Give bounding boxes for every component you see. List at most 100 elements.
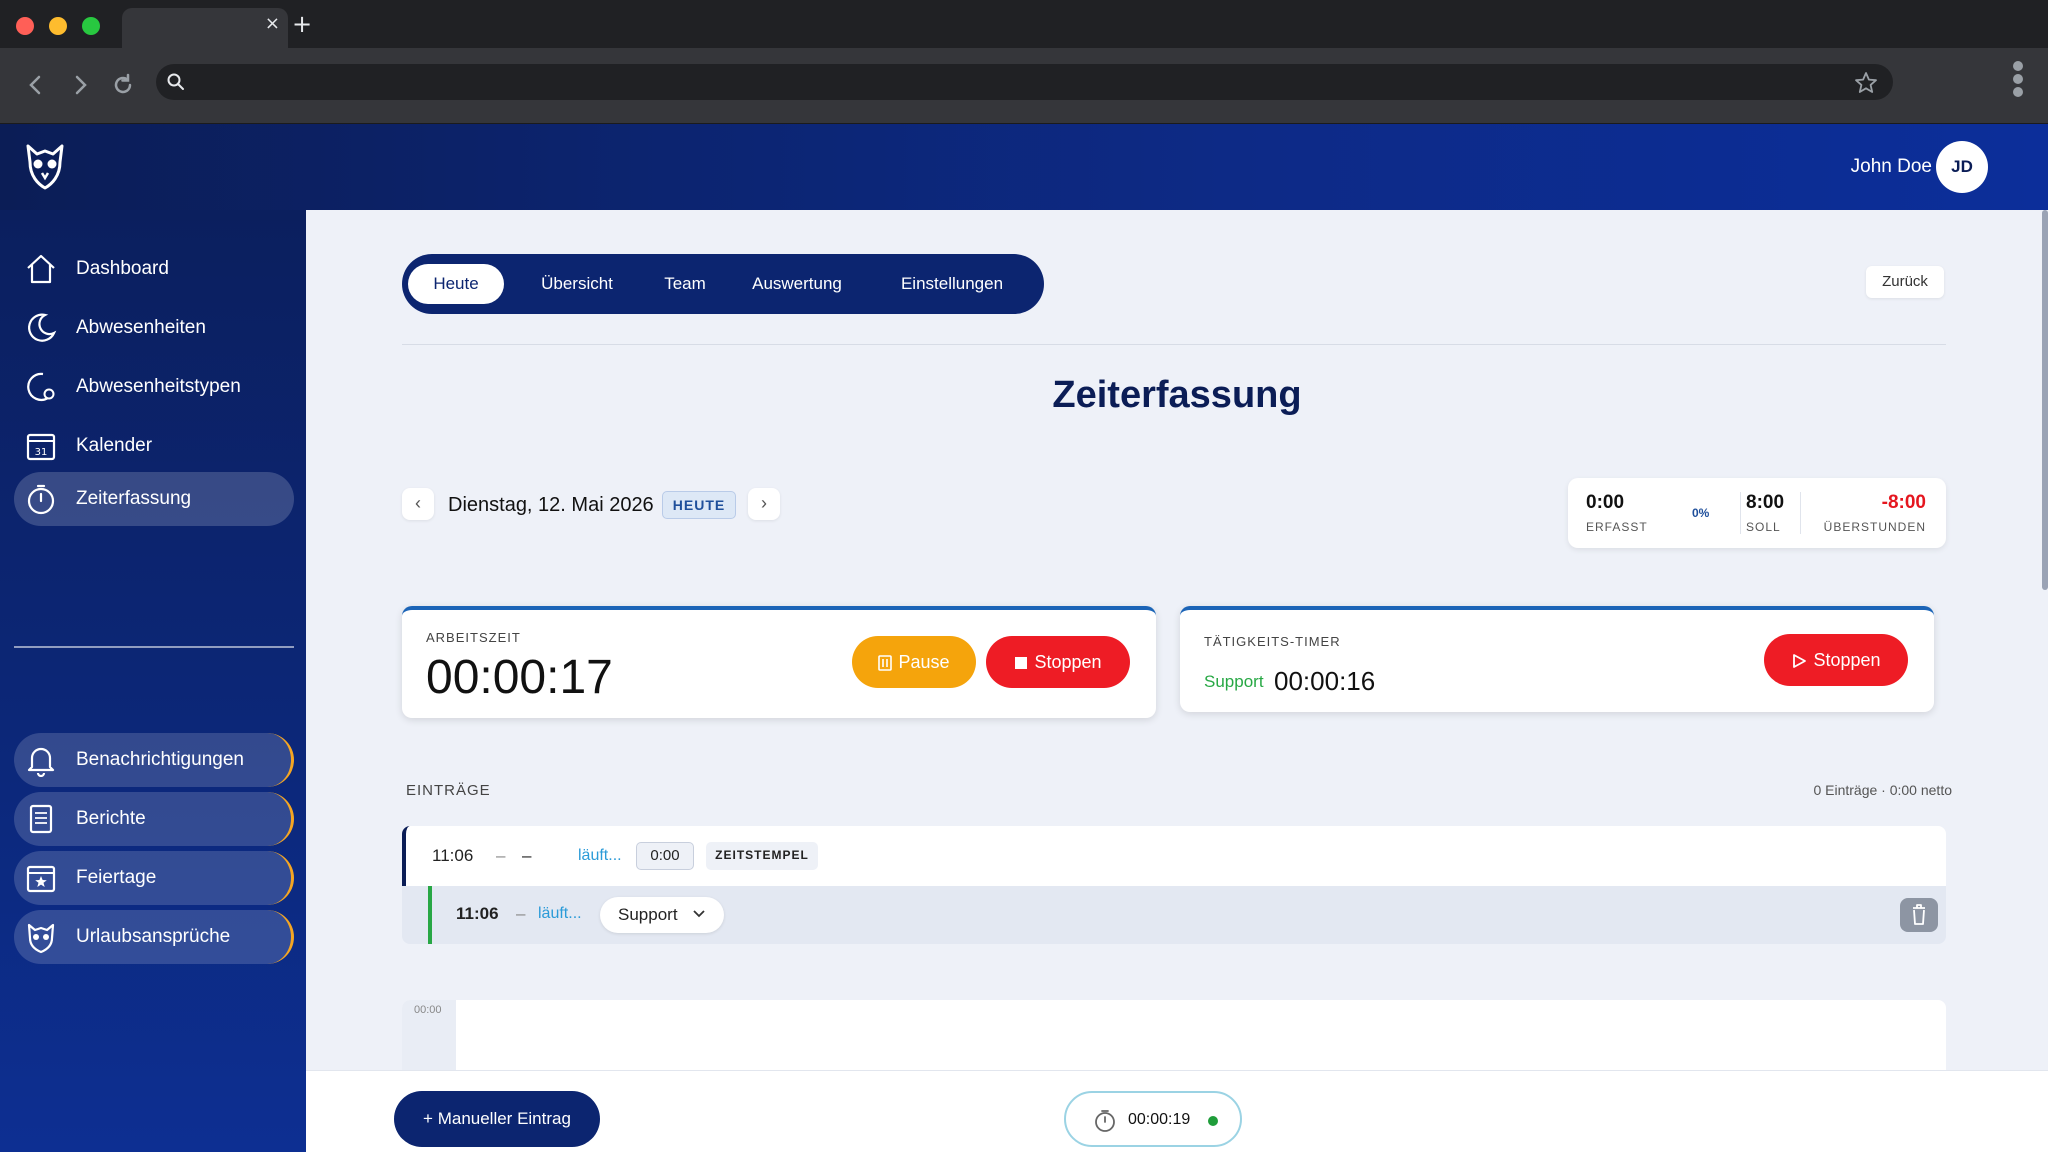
- activity-indicator: [428, 886, 432, 944]
- search-icon: [167, 73, 184, 90]
- window-maximize-button[interactable]: [82, 17, 100, 35]
- stats-divider: [1800, 492, 1801, 534]
- stopwatch-icon: [1095, 1110, 1115, 1132]
- sidebar-item-abwesenheiten[interactable]: Abwesenheiten: [14, 301, 294, 355]
- avatar[interactable]: JD: [1936, 141, 1988, 193]
- entries-heading: EINTRÄGE: [406, 782, 491, 799]
- subentry-start: 11:06: [456, 904, 499, 923]
- table-row[interactable]: 11:06 – – läuft... 0:00 ZEITSTEMPEL: [402, 826, 1946, 886]
- sidebar-item-benachrichtigungen[interactable]: Benachrichtigungen: [14, 733, 294, 787]
- previous-day-button[interactable]: ‹: [402, 488, 434, 520]
- tab-team[interactable]: Team: [648, 264, 722, 304]
- sidebar-item-label: Urlaubsansprüche: [76, 926, 231, 947]
- today-badge: HEUTE: [662, 491, 736, 519]
- activity-select-value: Support: [618, 905, 678, 924]
- back-button[interactable]: Zurück: [1866, 266, 1944, 298]
- calendar-hour-label: 00:00: [414, 1004, 442, 1016]
- current-date: Dienstag, 12. Mai 2026: [448, 494, 654, 516]
- sidebar-item-zeiterfassung[interactable]: Zeiterfassung: [14, 472, 294, 526]
- address-bar[interactable]: [156, 64, 1893, 100]
- svg-text:31: 31: [35, 447, 48, 458]
- pause-label: Pause: [898, 652, 950, 672]
- sidebar-divider: [14, 646, 294, 648]
- window-minimize-button[interactable]: [49, 17, 67, 35]
- sidebar-item-urlaubsansprueche[interactable]: Urlaubsansprüche: [14, 910, 294, 964]
- main-content: Heute Übersicht Team Auswertung Einstell…: [306, 210, 2048, 1152]
- sidebar-item-label: Benachrichtigungen: [76, 749, 244, 770]
- sidebar-item-feiertage[interactable]: Feiertage: [14, 851, 294, 905]
- tab-uebersicht[interactable]: Übersicht: [514, 264, 640, 304]
- calendar-icon: 31: [26, 433, 56, 461]
- ueberstunden-value: -8:00: [1881, 492, 1926, 513]
- sidebar-item-label: Feiertage: [76, 867, 157, 888]
- subentry-status: läuft...: [538, 905, 582, 922]
- running-indicator: [1208, 1116, 1218, 1126]
- day-calendar[interactable]: 00:00: [402, 1000, 1946, 1080]
- browser-menu-icon[interactable]: [2010, 58, 2026, 108]
- sidebar-item-abwesenheitstypen[interactable]: Abwesenheitstypen: [14, 360, 294, 414]
- soll-label: SOLL: [1746, 520, 1781, 534]
- document-icon: [29, 804, 53, 834]
- next-day-button[interactable]: ›: [748, 488, 780, 520]
- browser-titlebar: × +: [0, 0, 2048, 48]
- activity-time-value: 00:00:16: [1274, 666, 1376, 696]
- bookmark-star-icon[interactable]: [1853, 70, 1879, 96]
- sidebar-item-kalender[interactable]: 31 Kalender: [14, 419, 294, 473]
- tab-bar: Heute Übersicht Team Auswertung Einstell…: [402, 254, 1044, 314]
- entry-dash: –: [496, 846, 506, 865]
- day-stats-panel: 0:00 ERFASST 0% 8:00 SOLL -8:00 ÜBERSTUN…: [1568, 478, 1946, 548]
- browser-tab[interactable]: ×: [122, 8, 288, 48]
- owl-logo-icon[interactable]: [24, 142, 66, 190]
- sidebar-item-label: Dashboard: [76, 258, 169, 279]
- reload-icon[interactable]: [108, 70, 138, 100]
- soll-value: 8:00: [1746, 492, 1785, 513]
- erfasst-label: ERFASST: [1586, 520, 1648, 534]
- moon-icon: [28, 313, 57, 342]
- tab-auswertung[interactable]: Auswertung: [730, 264, 864, 304]
- play-icon: [1793, 654, 1807, 669]
- user-name[interactable]: John Doe: [1851, 156, 1932, 178]
- manual-entry-button[interactable]: + Manueller Eintrag: [394, 1091, 600, 1147]
- bell-icon: [27, 747, 55, 777]
- mini-timer-value: 00:00:19: [1128, 1111, 1191, 1128]
- stopwatch-icon: [27, 484, 55, 515]
- stop-label: Stoppen: [1813, 650, 1881, 670]
- activity-timer-card: TÄTIGKEITS-TIMER Support 00:00:16 Stoppe…: [1180, 606, 1934, 712]
- stats-divider: [1740, 492, 1741, 534]
- stop-label: Stoppen: [1034, 652, 1102, 672]
- mini-timer[interactable]: 00:00:19: [1064, 1091, 1242, 1147]
- progress-percent: 0%: [1692, 506, 1710, 520]
- list-item[interactable]: 11:06 – läuft... Support: [402, 886, 1946, 944]
- stop-activity-button[interactable]: Stoppen: [1764, 634, 1908, 686]
- activity-select[interactable]: Support: [600, 897, 724, 933]
- stop-work-button[interactable]: Stoppen: [986, 636, 1130, 688]
- trash-icon: [1913, 904, 1925, 925]
- sidebar-item-label: Abwesenheiten: [76, 317, 206, 338]
- window-close-button[interactable]: [16, 17, 34, 35]
- sidebar-item-dashboard[interactable]: Dashboard: [14, 242, 294, 296]
- page-title: Zeiterfassung: [1052, 374, 1302, 416]
- divider: [402, 344, 1946, 345]
- calendar-hour-gutter: 00:00: [402, 1000, 456, 1080]
- entry-duration: 0:00: [636, 842, 694, 870]
- back-arrow-icon[interactable]: [20, 70, 50, 100]
- forward-arrow-icon[interactable]: [66, 70, 96, 100]
- delete-button[interactable]: [1900, 898, 1938, 932]
- new-tab-button[interactable]: +: [292, 10, 312, 38]
- tab-close-icon[interactable]: ×: [265, 14, 280, 34]
- home-icon: [27, 254, 55, 284]
- zeitstempel-badge: ZEITSTEMPEL: [706, 842, 818, 870]
- bottom-bar: + Manueller Eintrag 00:00:19: [306, 1070, 2048, 1152]
- calendar-star-icon: [26, 865, 56, 893]
- sidebar-item-berichte[interactable]: Berichte: [14, 792, 294, 846]
- sidebar: Dashboard Abwesenheiten Abwesenheitstype…: [0, 210, 306, 1152]
- sidebar-item-label: Kalender: [76, 435, 153, 456]
- activity-name: Support: [1204, 672, 1264, 691]
- entry-end: –: [522, 846, 532, 865]
- app-header: John Doe JD: [0, 124, 2048, 210]
- browser-toolbar: [0, 48, 2048, 124]
- pause-button[interactable]: Pause: [852, 636, 976, 688]
- tab-einstellungen[interactable]: Einstellungen: [872, 264, 1032, 304]
- subentry-dash: –: [516, 904, 526, 923]
- tab-heute[interactable]: Heute: [408, 264, 504, 304]
